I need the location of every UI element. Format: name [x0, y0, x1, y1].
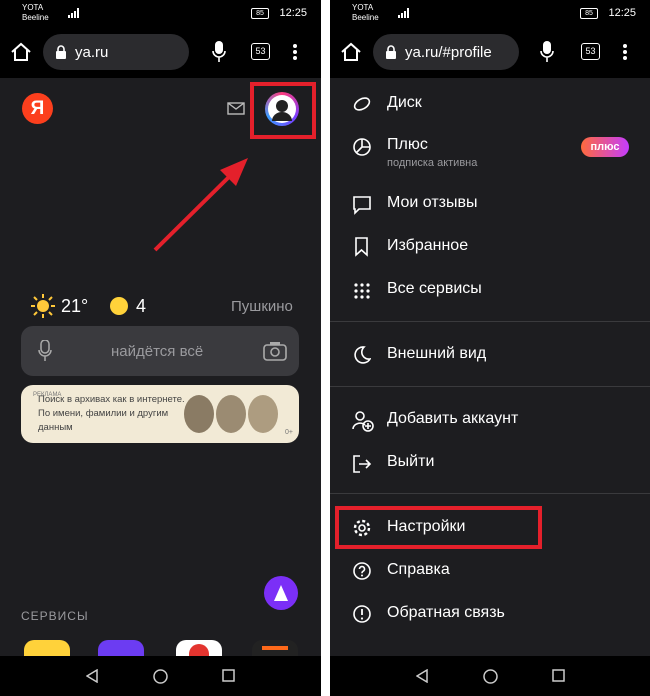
menu-label: Диск: [387, 94, 422, 111]
status-bar: YOTA Beeline 85 12:25: [330, 0, 650, 26]
plus-badge: плюс: [581, 137, 629, 157]
back-icon[interactable]: [416, 669, 428, 683]
alert-info-icon: [353, 605, 371, 623]
tabs-count-button[interactable]: 53: [251, 43, 270, 60]
help-icon: [353, 562, 371, 580]
signal-icon: [398, 8, 409, 18]
ad-photo: [248, 395, 278, 433]
carrier-line1: YOTA: [352, 3, 374, 12]
recents-icon[interactable]: [552, 669, 565, 682]
search-placeholder: найдётся всё: [111, 343, 204, 360]
menu-label: Добавить аккаунт: [387, 410, 519, 427]
microphone-icon[interactable]: [540, 41, 554, 63]
ad-photo: [184, 395, 214, 433]
tabs-count-button[interactable]: 53: [581, 43, 600, 60]
speech-bubble-icon: [353, 196, 371, 215]
menu-label: Все сервисы: [387, 280, 482, 297]
menu-divider: [330, 321, 650, 322]
home-icon[interactable]: [10, 42, 32, 62]
search-box[interactable]: найдётся всё: [21, 326, 299, 376]
menu-label: Избранное: [387, 237, 469, 254]
menu-item-appearance[interactable]: Внешний вид: [350, 345, 630, 367]
system-nav-bar: [0, 656, 321, 696]
clock: 12:25: [279, 7, 307, 19]
back-icon[interactable]: [86, 669, 98, 683]
home-icon[interactable]: [340, 42, 362, 62]
menu-item-logout[interactable]: Выйти: [350, 453, 630, 475]
grid-icon: [354, 283, 370, 299]
carrier-line2: Beeline: [352, 13, 379, 22]
alice-button[interactable]: [264, 576, 298, 610]
yandex-logo[interactable]: Я: [22, 93, 53, 124]
menu-divider: [330, 493, 650, 494]
mail-icon[interactable]: [227, 102, 245, 115]
voice-search-icon[interactable]: [38, 340, 52, 362]
logout-icon: [353, 455, 372, 473]
menu-divider: [330, 386, 650, 387]
clock: 12:25: [608, 7, 636, 19]
moon-icon: [354, 346, 371, 364]
sun-icon: [31, 294, 55, 318]
more-menu-icon[interactable]: [622, 43, 628, 61]
ad-photo: [216, 395, 246, 433]
services-heading: СЕРВИСЫ: [21, 609, 89, 623]
microphone-icon[interactable]: [212, 41, 226, 63]
recents-icon[interactable]: [222, 669, 235, 682]
address-bar[interactable]: ya.ru/#profile: [373, 34, 519, 70]
ad-banner[interactable]: РЕКЛАМА Поиск в архивах как в интернете.…: [21, 385, 299, 443]
system-nav-bar: [330, 656, 650, 696]
camera-search-icon[interactable]: [263, 341, 287, 361]
right-screenshot: YOTA Beeline 85 12:25 ya.ru/#profile 53: [330, 0, 650, 696]
menu-label: Справка: [387, 561, 450, 578]
temperature[interactable]: 21°: [61, 296, 88, 317]
avatar-highlight-box: [250, 82, 316, 139]
plus-subscription-icon: [353, 138, 371, 156]
alice-icon: [274, 585, 288, 601]
carrier-info: YOTA Beeline: [352, 3, 379, 23]
lock-icon: [386, 45, 396, 59]
lock-icon: [56, 45, 66, 59]
pointer-arrow: [153, 158, 248, 252]
menu-label: Плюс: [387, 136, 428, 153]
status-bar: YOTA Beeline 85 12:25: [0, 0, 321, 26]
url-text: ya.ru: [75, 44, 109, 61]
settings-highlight-box: [335, 506, 542, 549]
home-nav-icon[interactable]: [483, 669, 498, 684]
menu-item-feedback[interactable]: Обратная связь: [350, 604, 630, 626]
menu-item-help[interactable]: Справка: [350, 561, 630, 583]
url-text: ya.ru/#profile: [405, 44, 492, 61]
address-bar[interactable]: ya.ru: [43, 34, 189, 70]
menu-label: Обратная связь: [387, 604, 505, 621]
add-user-icon: [352, 411, 374, 432]
service-app-glyph: [262, 646, 288, 650]
browser-toolbar: ya.ru 53: [0, 26, 321, 78]
browser-toolbar: ya.ru/#profile 53: [330, 26, 650, 78]
carrier-info: YOTA Beeline: [22, 3, 49, 23]
bookmark-icon: [355, 237, 368, 257]
battery-icon: 85: [251, 8, 269, 19]
menu-item-all-services[interactable]: Все сервисы: [350, 280, 630, 302]
menu-sublabel: подписка активна: [387, 157, 478, 169]
menu-item-add-account[interactable]: Добавить аккаунт: [350, 410, 630, 432]
location-label[interactable]: Пушкино: [231, 298, 293, 315]
moon-value: 4: [136, 296, 147, 316]
carrier-line2: Beeline: [22, 13, 49, 22]
ad-text: Поиск в архивах как в интернете. По имен…: [38, 394, 185, 433]
menu-item-reviews[interactable]: Мои отзывы: [350, 194, 630, 216]
menu-label: Выйти: [387, 453, 435, 470]
menu-item-favorites[interactable]: Избранное: [350, 237, 630, 259]
more-menu-icon[interactable]: [292, 43, 298, 61]
menu-label: Внешний вид: [387, 345, 487, 362]
moon-icon: [110, 297, 128, 315]
disk-icon: [353, 97, 371, 111]
carrier-line1: YOTA: [22, 3, 44, 12]
menu-label: Мои отзывы: [387, 194, 478, 211]
left-screenshot: YOTA Beeline 85 12:25 ya.ru 53 Я 21° 4 П…: [0, 0, 321, 696]
age-rating: 0+: [285, 429, 293, 436]
signal-icon: [68, 8, 79, 18]
battery-icon: 85: [580, 8, 598, 19]
home-nav-icon[interactable]: [153, 669, 168, 684]
menu-item-disk[interactable]: Диск: [350, 94, 630, 116]
